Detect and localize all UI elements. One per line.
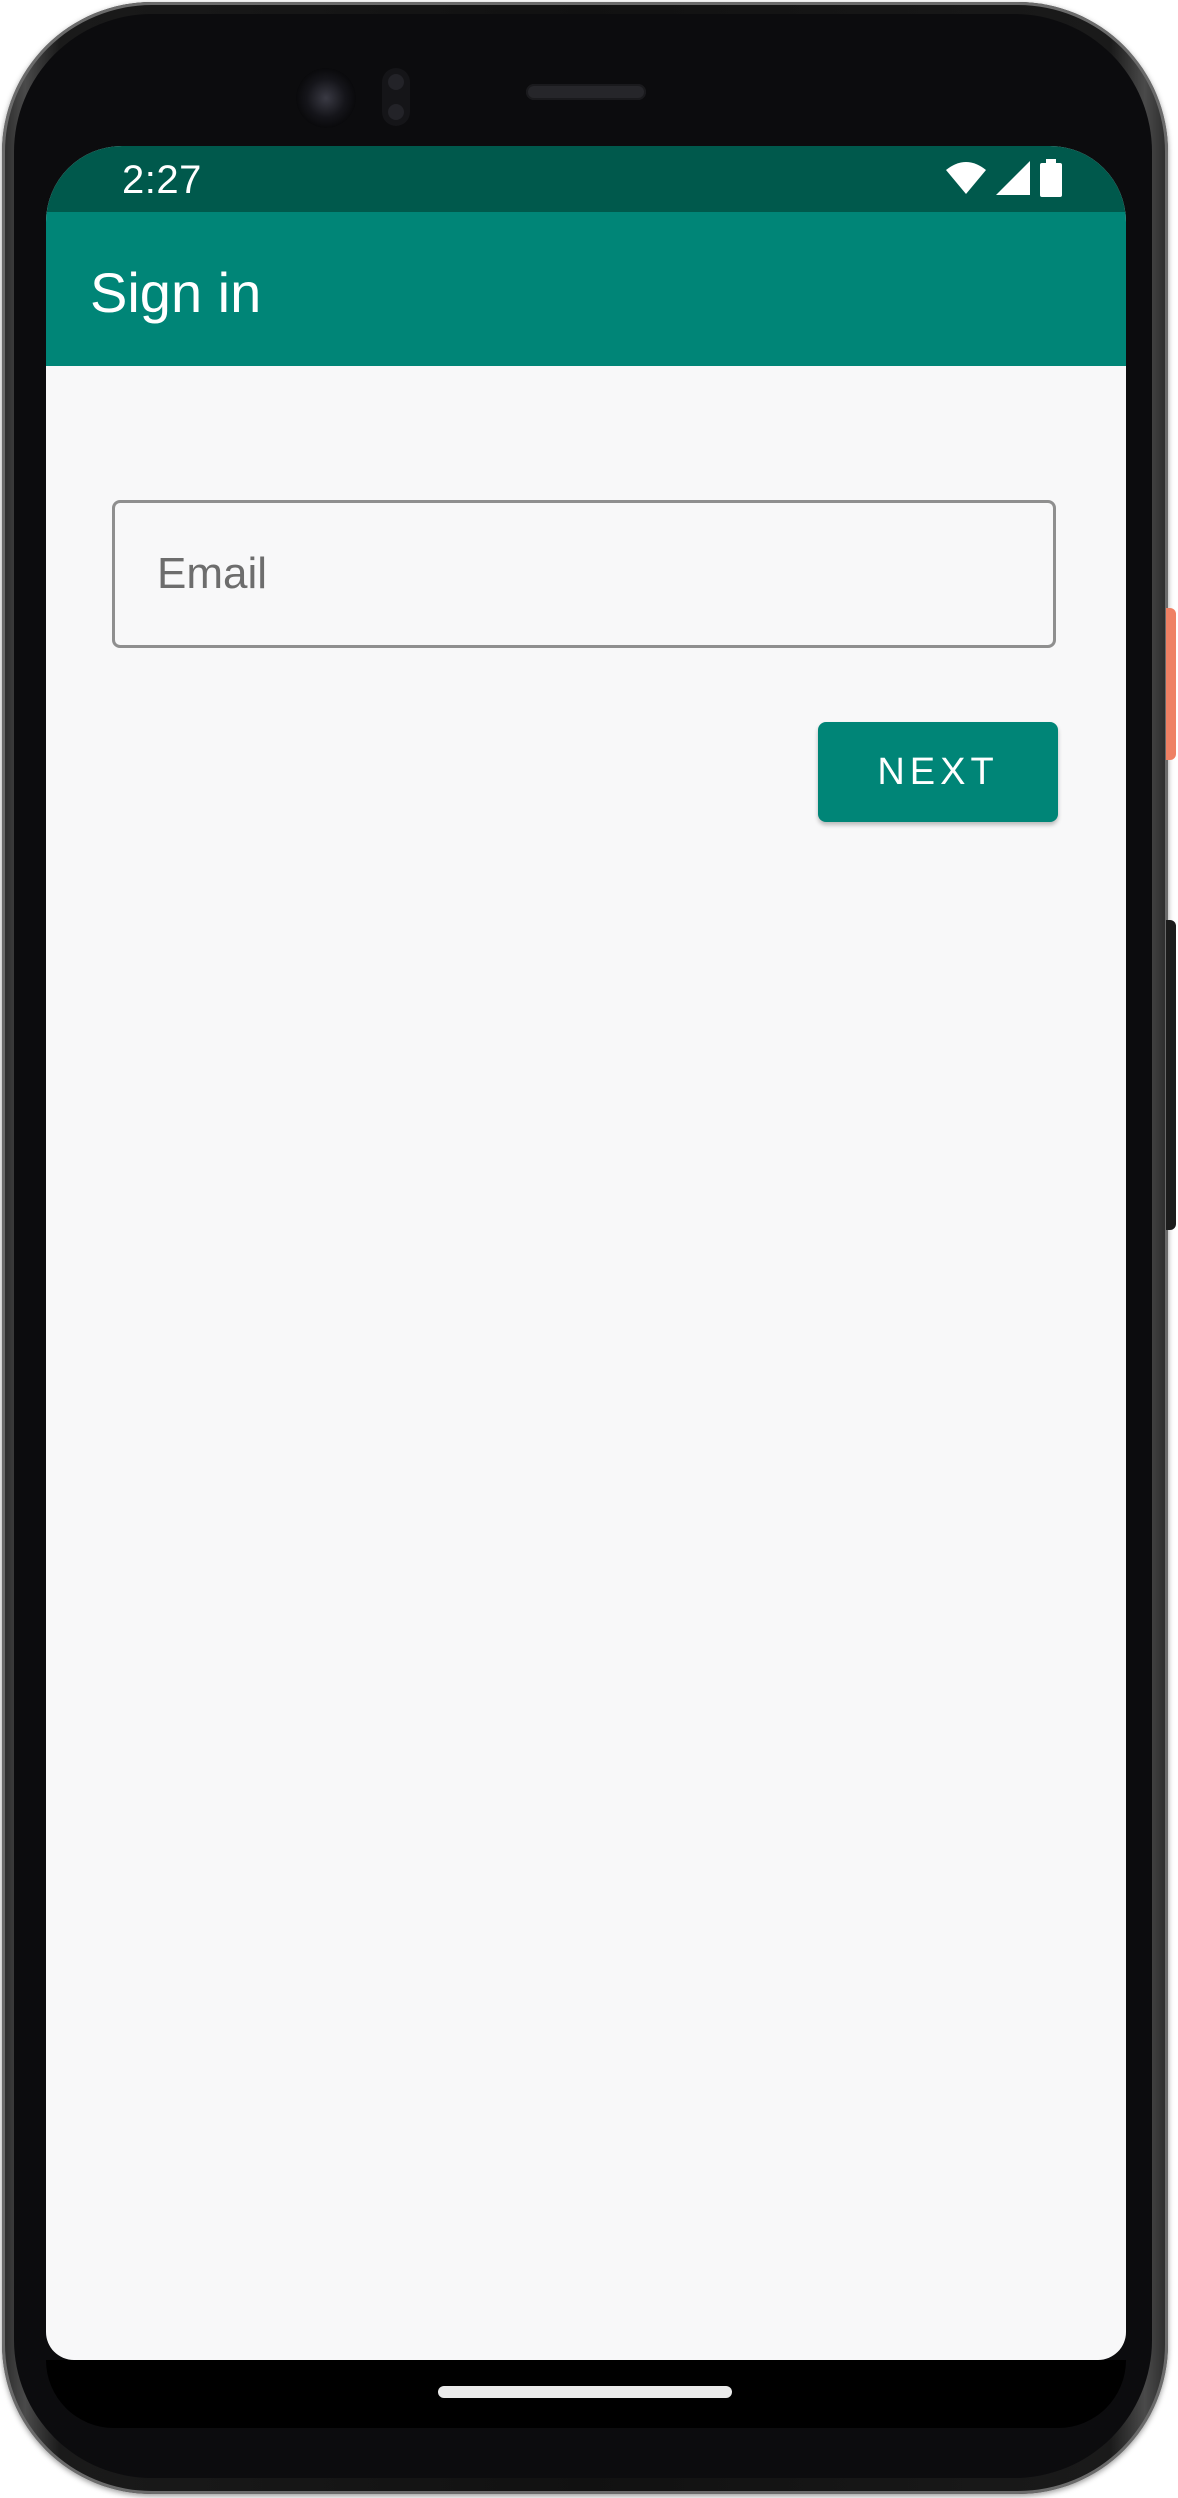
email-field[interactable] <box>112 500 1056 648</box>
status-bar: 2:27 <box>46 146 1126 212</box>
status-time: 2:27 <box>122 158 202 202</box>
volume-button[interactable] <box>1166 920 1176 1230</box>
email-input[interactable] <box>115 503 1053 645</box>
front-camera-icon <box>296 68 356 128</box>
next-button[interactable]: NEXT <box>818 722 1058 822</box>
wifi-icon <box>946 161 986 199</box>
phone-device: 2:27 Sign in Email NEXT <box>0 0 1178 2498</box>
proximity-sensor-icon <box>382 68 410 126</box>
sign-in-form: NEXT <box>46 366 1126 2360</box>
earpiece-speaker <box>526 84 646 100</box>
cellular-signal-icon <box>996 160 1030 200</box>
home-gesture-handle[interactable] <box>438 2386 732 2398</box>
screen: 2:27 Sign in Email NEXT <box>46 146 1126 2360</box>
page-title: Sign in <box>90 261 262 324</box>
battery-icon <box>1040 158 1062 202</box>
status-icons <box>946 158 1062 202</box>
power-button[interactable] <box>1166 608 1176 760</box>
app-bar: Sign in <box>46 212 1126 366</box>
